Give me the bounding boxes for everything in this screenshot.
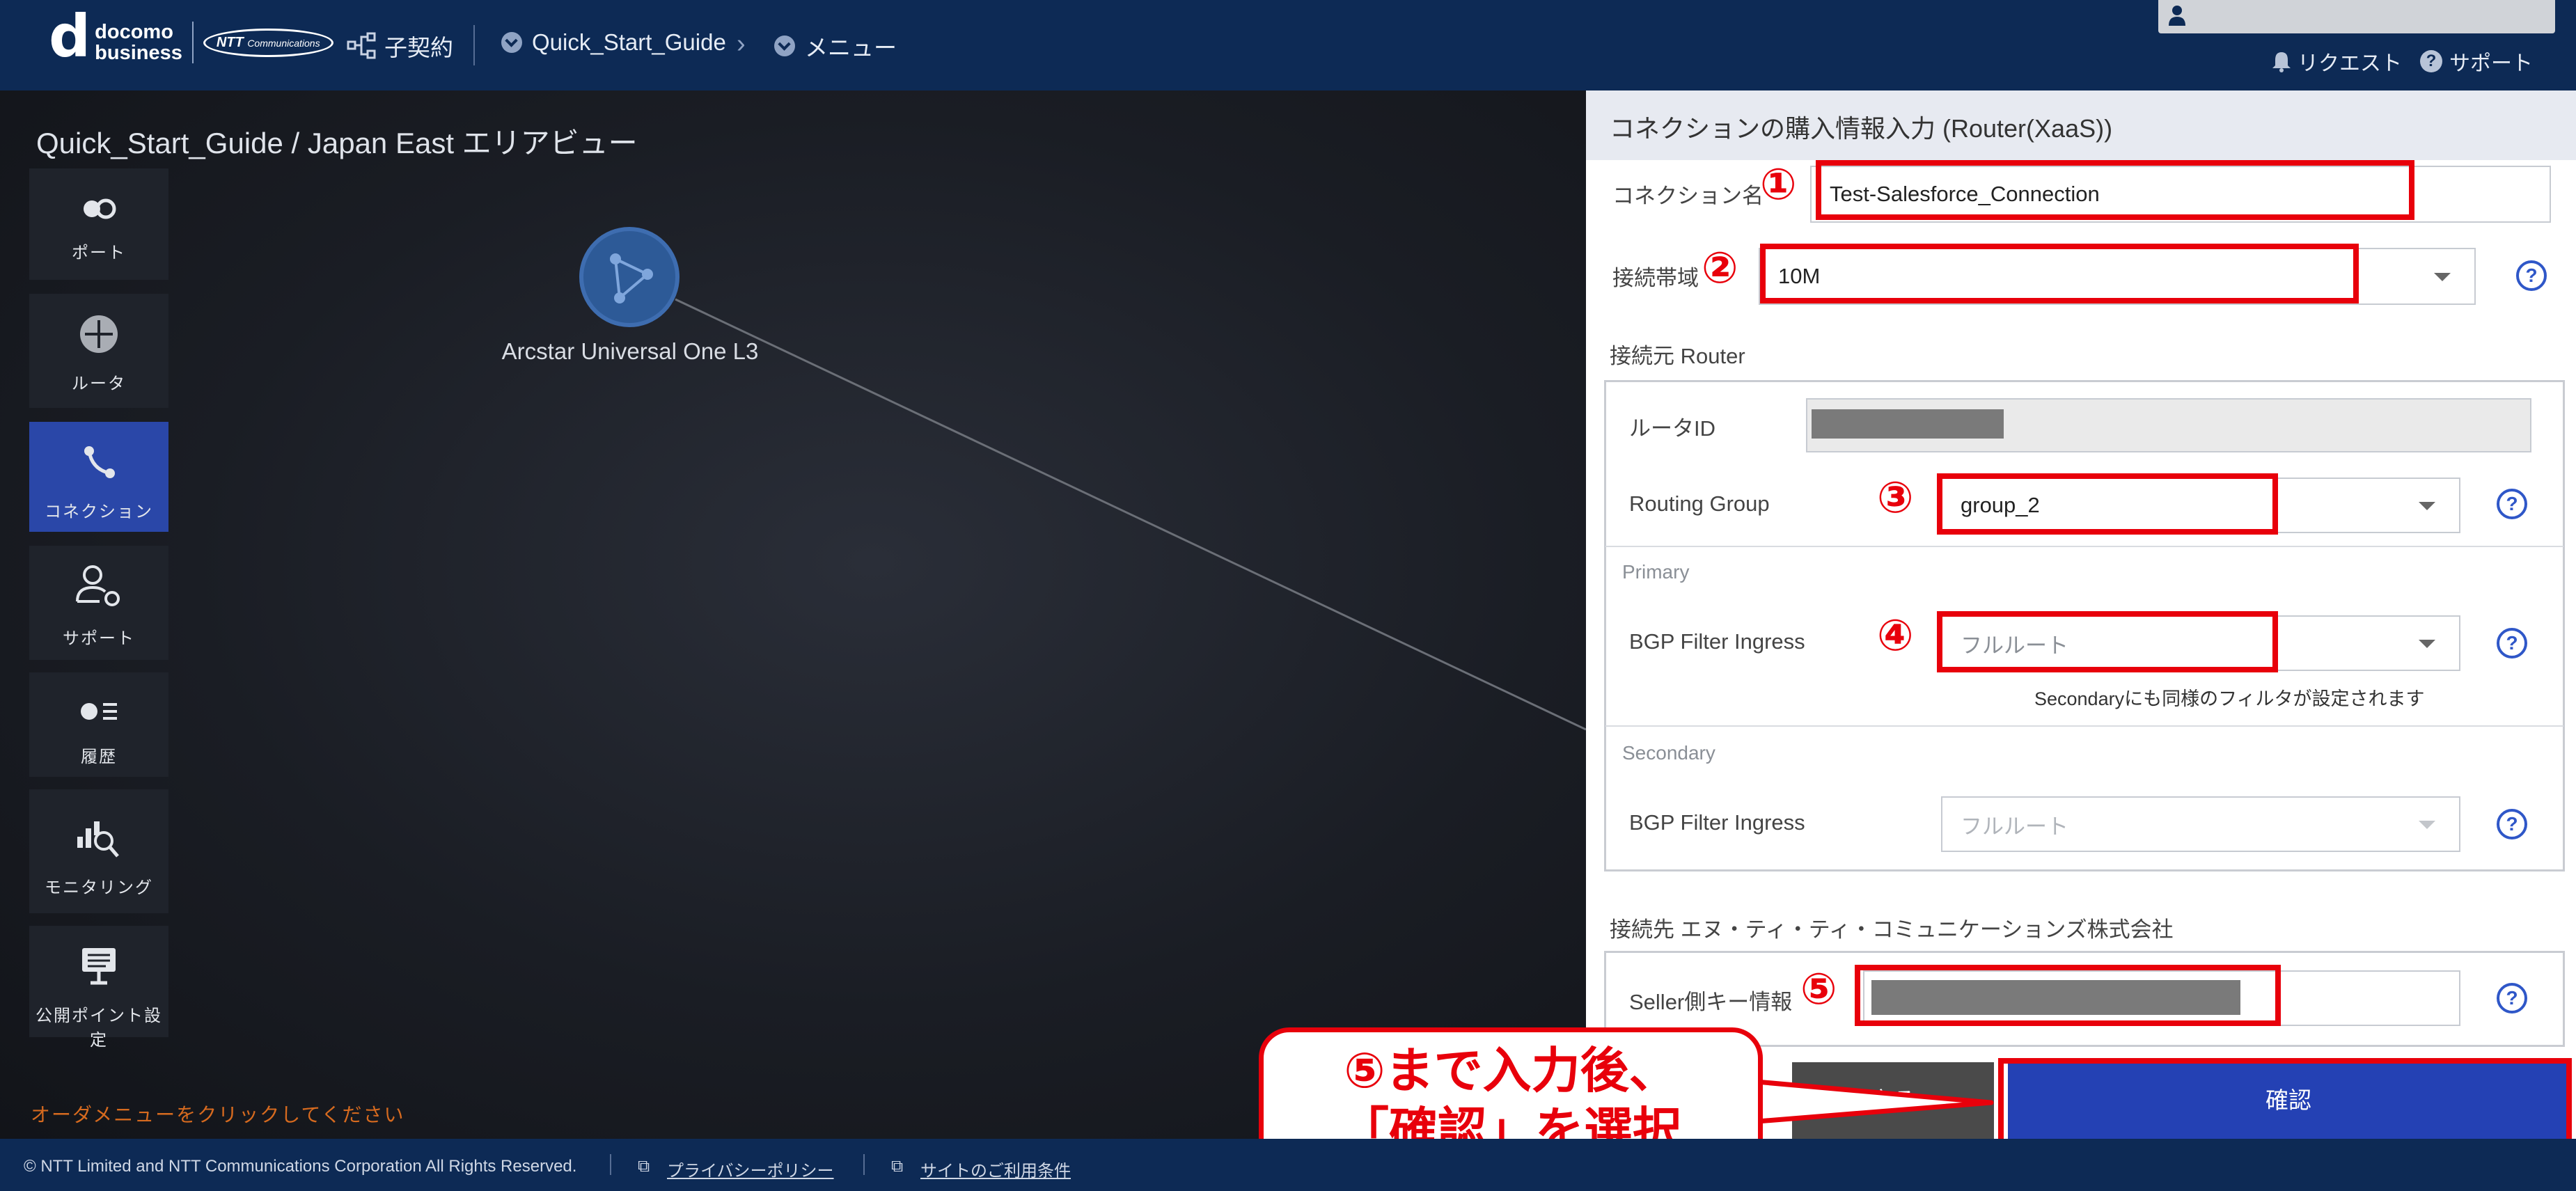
sidebar-item-monitoring[interactable]: モニタリング: [29, 789, 168, 913]
chevron-down-icon: [2419, 640, 2435, 648]
help-icon: ?: [2420, 50, 2442, 72]
annotation-box-2: [1760, 244, 2359, 303]
footer-divider: [863, 1154, 865, 1175]
footer-divider: [610, 1154, 611, 1175]
terms-link[interactable]: サイトのご利用条件: [920, 1157, 1071, 1181]
ntt-communications-logo: NTT Communications: [203, 28, 333, 57]
request-link[interactable]: リクエスト: [2271, 46, 2402, 77]
routing-group-help-icon[interactable]: ?: [2497, 489, 2527, 519]
brand-top: docomo: [95, 21, 173, 43]
annotation-box-1: [1816, 160, 2414, 220]
divider: [1605, 725, 2563, 727]
marker-4: ④: [1877, 610, 1914, 661]
sidebar-item-history[interactable]: 履歴: [29, 672, 168, 777]
sidebar-item-public-point[interactable]: 公開ポイント設定: [29, 926, 168, 1050]
chevron-down-icon: [2434, 273, 2451, 281]
bgp-secondary-select: フルルート: [1941, 796, 2460, 852]
router-icon: [80, 315, 118, 353]
support-link[interactable]: ? サポート: [2420, 46, 2533, 77]
panel-title: コネクションの購入情報入力 (Router(XaaS)): [1586, 90, 2576, 160]
annotation-box-3: [1937, 473, 2278, 535]
docomo-business-logo[interactable]: d docomo business NTT Communications: [49, 7, 333, 65]
connection-name-label: コネクション名: [1612, 184, 1764, 208]
docomo-d-glyph: d: [49, 2, 91, 70]
logo-divider: [191, 22, 194, 63]
seller-key-help-icon[interactable]: ?: [2497, 983, 2527, 1013]
node-label: Arcstar Universal One L3: [501, 338, 759, 364]
port-icon: [84, 198, 116, 219]
destination-label: 接続先 エヌ・ティ・ティ・コミュニケーションズ株式会社: [1610, 917, 2174, 942]
chevron-down-icon: [774, 36, 795, 56]
source-router-label: 接続元 Router: [1610, 344, 1745, 368]
marker-5: ⑤: [1800, 963, 1837, 1014]
bgp-secondary-help-icon[interactable]: ?: [2497, 809, 2527, 839]
monitoring-icon: [77, 821, 119, 858]
header-divider: [473, 25, 475, 65]
bgp-primary-label: BGP Filter Ingress: [1629, 629, 1805, 654]
top-header: d docomo business NTT Communications 子契約…: [0, 0, 2576, 90]
privacy-policy-link[interactable]: プライバシーポリシー: [667, 1157, 834, 1181]
contract-tree-icon: [347, 32, 376, 59]
breadcrumb-separator-icon: ›: [737, 29, 746, 58]
sidebar-item-port[interactable]: ポート: [29, 168, 168, 280]
sidebar-item-router[interactable]: ルータ: [29, 294, 168, 408]
bgp-secondary-label: BGP Filter Ingress: [1629, 810, 1805, 835]
bgp-primary-help-icon[interactable]: ?: [2497, 628, 2527, 658]
support-person-icon: [76, 565, 120, 606]
copyright: © NTT Limited and NTT Communications Cor…: [24, 1157, 577, 1176]
bandwidth-label: 接続帯域: [1612, 266, 1699, 290]
bell-icon: [2272, 52, 2291, 72]
order-menu-hint: オーダメニューをクリックしてください: [31, 1104, 405, 1126]
external-link-icon: ⧉: [891, 1157, 904, 1176]
marker-3: ③: [1877, 472, 1914, 523]
primary-label: Primary: [1622, 561, 1690, 583]
project-breadcrumb[interactable]: Quick_Start_Guide: [501, 29, 726, 56]
connection-line: [675, 298, 1586, 731]
annotation-box-5: [1855, 965, 2281, 1026]
callout-line-1: ⑤まで入力後、: [1344, 1043, 1678, 1098]
user-icon: [2169, 6, 2185, 26]
network-globe-icon: [610, 253, 653, 303]
menu-dropdown[interactable]: メニュー: [774, 29, 897, 63]
divider: [1605, 546, 2563, 547]
brand-bottom: business: [95, 42, 182, 64]
annotation-box-4: [1937, 611, 2278, 672]
sidebar-item-connection[interactable]: コネクション: [29, 422, 168, 532]
public-point-icon: [82, 948, 116, 985]
marker-1: ①: [1760, 159, 1797, 210]
history-icon: [81, 703, 117, 720]
chevron-down-icon: [501, 32, 522, 53]
chevron-down-icon: [2419, 821, 2435, 829]
marker-2: ②: [1702, 242, 1738, 293]
bandwidth-help-icon[interactable]: ?: [2516, 260, 2547, 291]
arcstar-node[interactable]: [579, 227, 680, 327]
chevron-down-icon: [2419, 502, 2435, 510]
external-link-icon: ⧉: [638, 1157, 650, 1176]
routing-group-label: Routing Group: [1629, 491, 1770, 516]
area-view-canvas[interactable]: Quick_Start_Guide / Japan East エリアビュー Ar…: [0, 90, 1586, 1139]
router-id-label: ルータID: [1629, 416, 1715, 441]
secondary-filter-hint: Secondaryにも同様のフィルタが設定されます: [2034, 688, 2425, 709]
connection-icon: [84, 446, 115, 478]
sidebar-item-support[interactable]: サポート: [29, 546, 168, 660]
footer: © NTT Limited and NTT Communications Cor…: [0, 1139, 2576, 1191]
seller-key-label: Seller側キー情報: [1629, 990, 1793, 1014]
secondary-label: Secondary: [1622, 742, 1715, 764]
router-id-field: [1806, 398, 2531, 452]
child-contract-link[interactable]: 子契約: [347, 29, 453, 63]
redacted-router-id: [1812, 409, 2004, 439]
user-account-button[interactable]: [2158, 0, 2555, 33]
back-button[interactable]: 戻る: [1792, 1062, 1994, 1139]
